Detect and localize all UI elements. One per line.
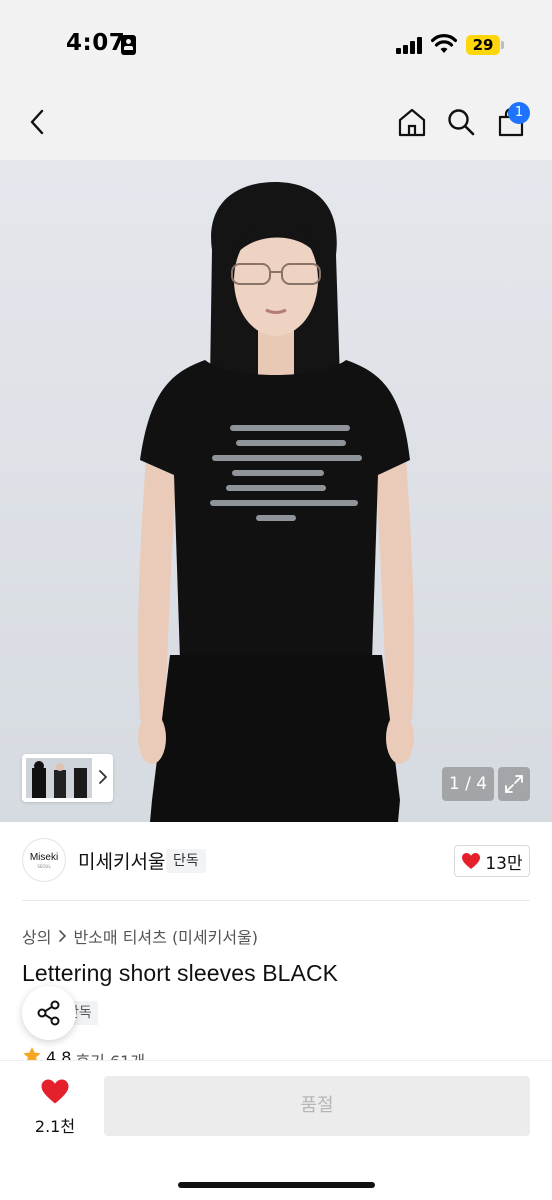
brand-like-button[interactable]: 13만 [454,845,530,877]
review-count: 후기 61개 [75,1048,145,1060]
id-card-icon [121,35,136,55]
brand-logo-text: Miseki [29,852,59,863]
chevron-right-icon [99,770,107,784]
sold-out-button[interactable]: 품절 [104,1076,530,1136]
search-icon [448,109,475,136]
rating-row[interactable]: 4.8 후기 61개 [22,1046,145,1060]
brand-name-link[interactable]: 미세키서울 [78,847,165,874]
section-divider [22,900,530,901]
wifi-icon [431,34,457,53]
thumbnail-image[interactable] [26,758,92,798]
status-bar: 4:07 29 [0,0,552,88]
brand-like-count: 13만 [485,853,523,874]
product-title: Lettering short sleeves BLACK [22,960,339,986]
battery-level: 29 [472,36,494,54]
search-button[interactable] [441,102,481,142]
rating-value: 4.8 [46,1048,72,1060]
home-indicator [178,1182,375,1188]
heart-icon [41,1079,69,1104]
exclusive-badge: 단독 [166,849,206,873]
heart-icon [462,853,481,869]
breadcrumb-subcategory[interactable]: 반소매 티셔츠 (미세키서울) [73,924,258,948]
chevron-left-icon [30,109,44,135]
share-icon [37,1000,60,1026]
share-button[interactable] [22,986,76,1040]
expand-button[interactable] [498,767,530,801]
brand-logo-subtext: SEOUL [37,864,51,869]
brand-logo[interactable]: Miseki SEOUL [22,838,66,882]
status-time: 4:07 [66,30,126,56]
home-button[interactable] [392,102,432,142]
star-icon [23,1047,41,1060]
chevron-right-icon [59,930,67,942]
cart-count-badge: 1 [508,102,530,124]
wishlist-count: 2.1천 [34,1117,76,1136]
breadcrumb: 상의 반소매 티셔츠 (미세키서울) [22,924,258,948]
top-nav-bar [0,88,552,160]
breadcrumb-category[interactable]: 상의 [22,924,51,948]
wishlist-button[interactable]: 2.1천 [26,1078,84,1138]
cellular-signal-icon [396,36,422,54]
product-photo [0,160,552,822]
back-button[interactable] [18,102,58,142]
home-icon [398,108,426,137]
battery-icon: 29 [466,35,504,55]
expand-icon [505,775,523,793]
thumbnail-strip[interactable] [22,754,113,802]
product-image-gallery[interactable] [0,160,552,822]
image-page-counter: 1 / 4 [442,767,494,801]
